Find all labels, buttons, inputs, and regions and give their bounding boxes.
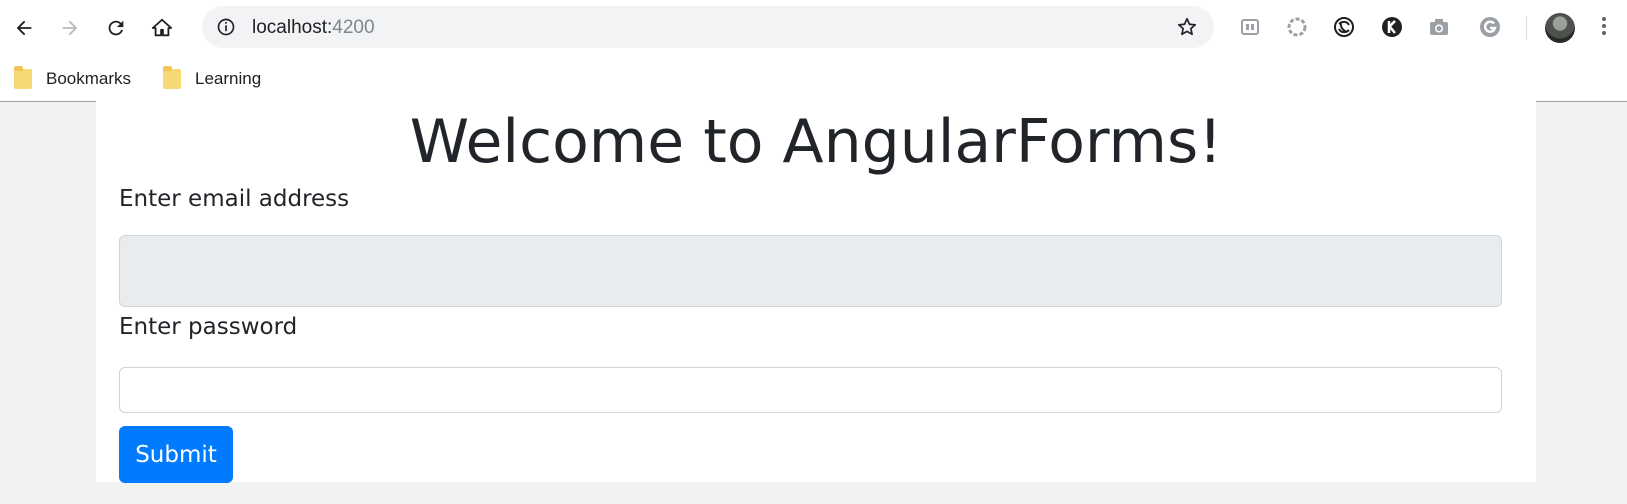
page-container: Welcome to AngularForms! Enter email add…: [96, 101, 1536, 483]
bookmark-label: Bookmarks: [46, 69, 132, 88]
extension-k-icon[interactable]: [1379, 14, 1405, 40]
browser-menu-icon[interactable]: [1600, 14, 1608, 42]
url-port: 4200: [332, 17, 375, 38]
bookmark-star-icon[interactable]: [1176, 16, 1198, 38]
info-icon[interactable]: [216, 17, 236, 37]
page-title: Welcome to AngularForms!: [409, 107, 1223, 177]
extension-camera-icon[interactable]: [1426, 14, 1452, 40]
folder-icon: [163, 66, 181, 89]
email-label: Enter email address: [119, 186, 350, 212]
submit-button[interactable]: Submit: [119, 426, 233, 483]
bookmarks-bar: Bookmarks Learning: [0, 56, 1627, 102]
address-bar[interactable]: localhost:4200: [202, 6, 1214, 48]
email-field[interactable]: [119, 235, 1502, 307]
url-text: localhost:4200: [252, 17, 375, 39]
bookmark-folder-bookmarks[interactable]: Bookmarks: [14, 65, 131, 93]
bookmark-label: Learning: [195, 69, 262, 88]
home-button[interactable]: [144, 10, 180, 46]
url-host: localhost:: [252, 17, 333, 38]
reload-icon: [108, 20, 124, 36]
toolbar-separator: [1526, 16, 1527, 40]
browser-toolbar: localhost:4200: [0, 0, 1627, 56]
extension-swirl-icon[interactable]: [1331, 14, 1357, 40]
arrow-left-icon: [16, 20, 32, 36]
extension-reader-icon[interactable]: [1237, 14, 1263, 40]
back-button[interactable]: [6, 10, 42, 46]
forward-button[interactable]: [52, 10, 88, 46]
home-icon: [151, 18, 173, 37]
password-label: Enter password: [119, 314, 298, 340]
reload-button[interactable]: [98, 10, 134, 46]
password-field[interactable]: [119, 367, 1502, 413]
extension-circle-icon[interactable]: [1284, 14, 1310, 40]
bookmark-folder-learning[interactable]: Learning: [163, 65, 261, 93]
extension-grammarly-icon[interactable]: [1477, 14, 1503, 40]
folder-icon: [14, 66, 32, 89]
profile-avatar[interactable]: [1545, 13, 1575, 43]
arrow-right-icon: [62, 20, 78, 36]
